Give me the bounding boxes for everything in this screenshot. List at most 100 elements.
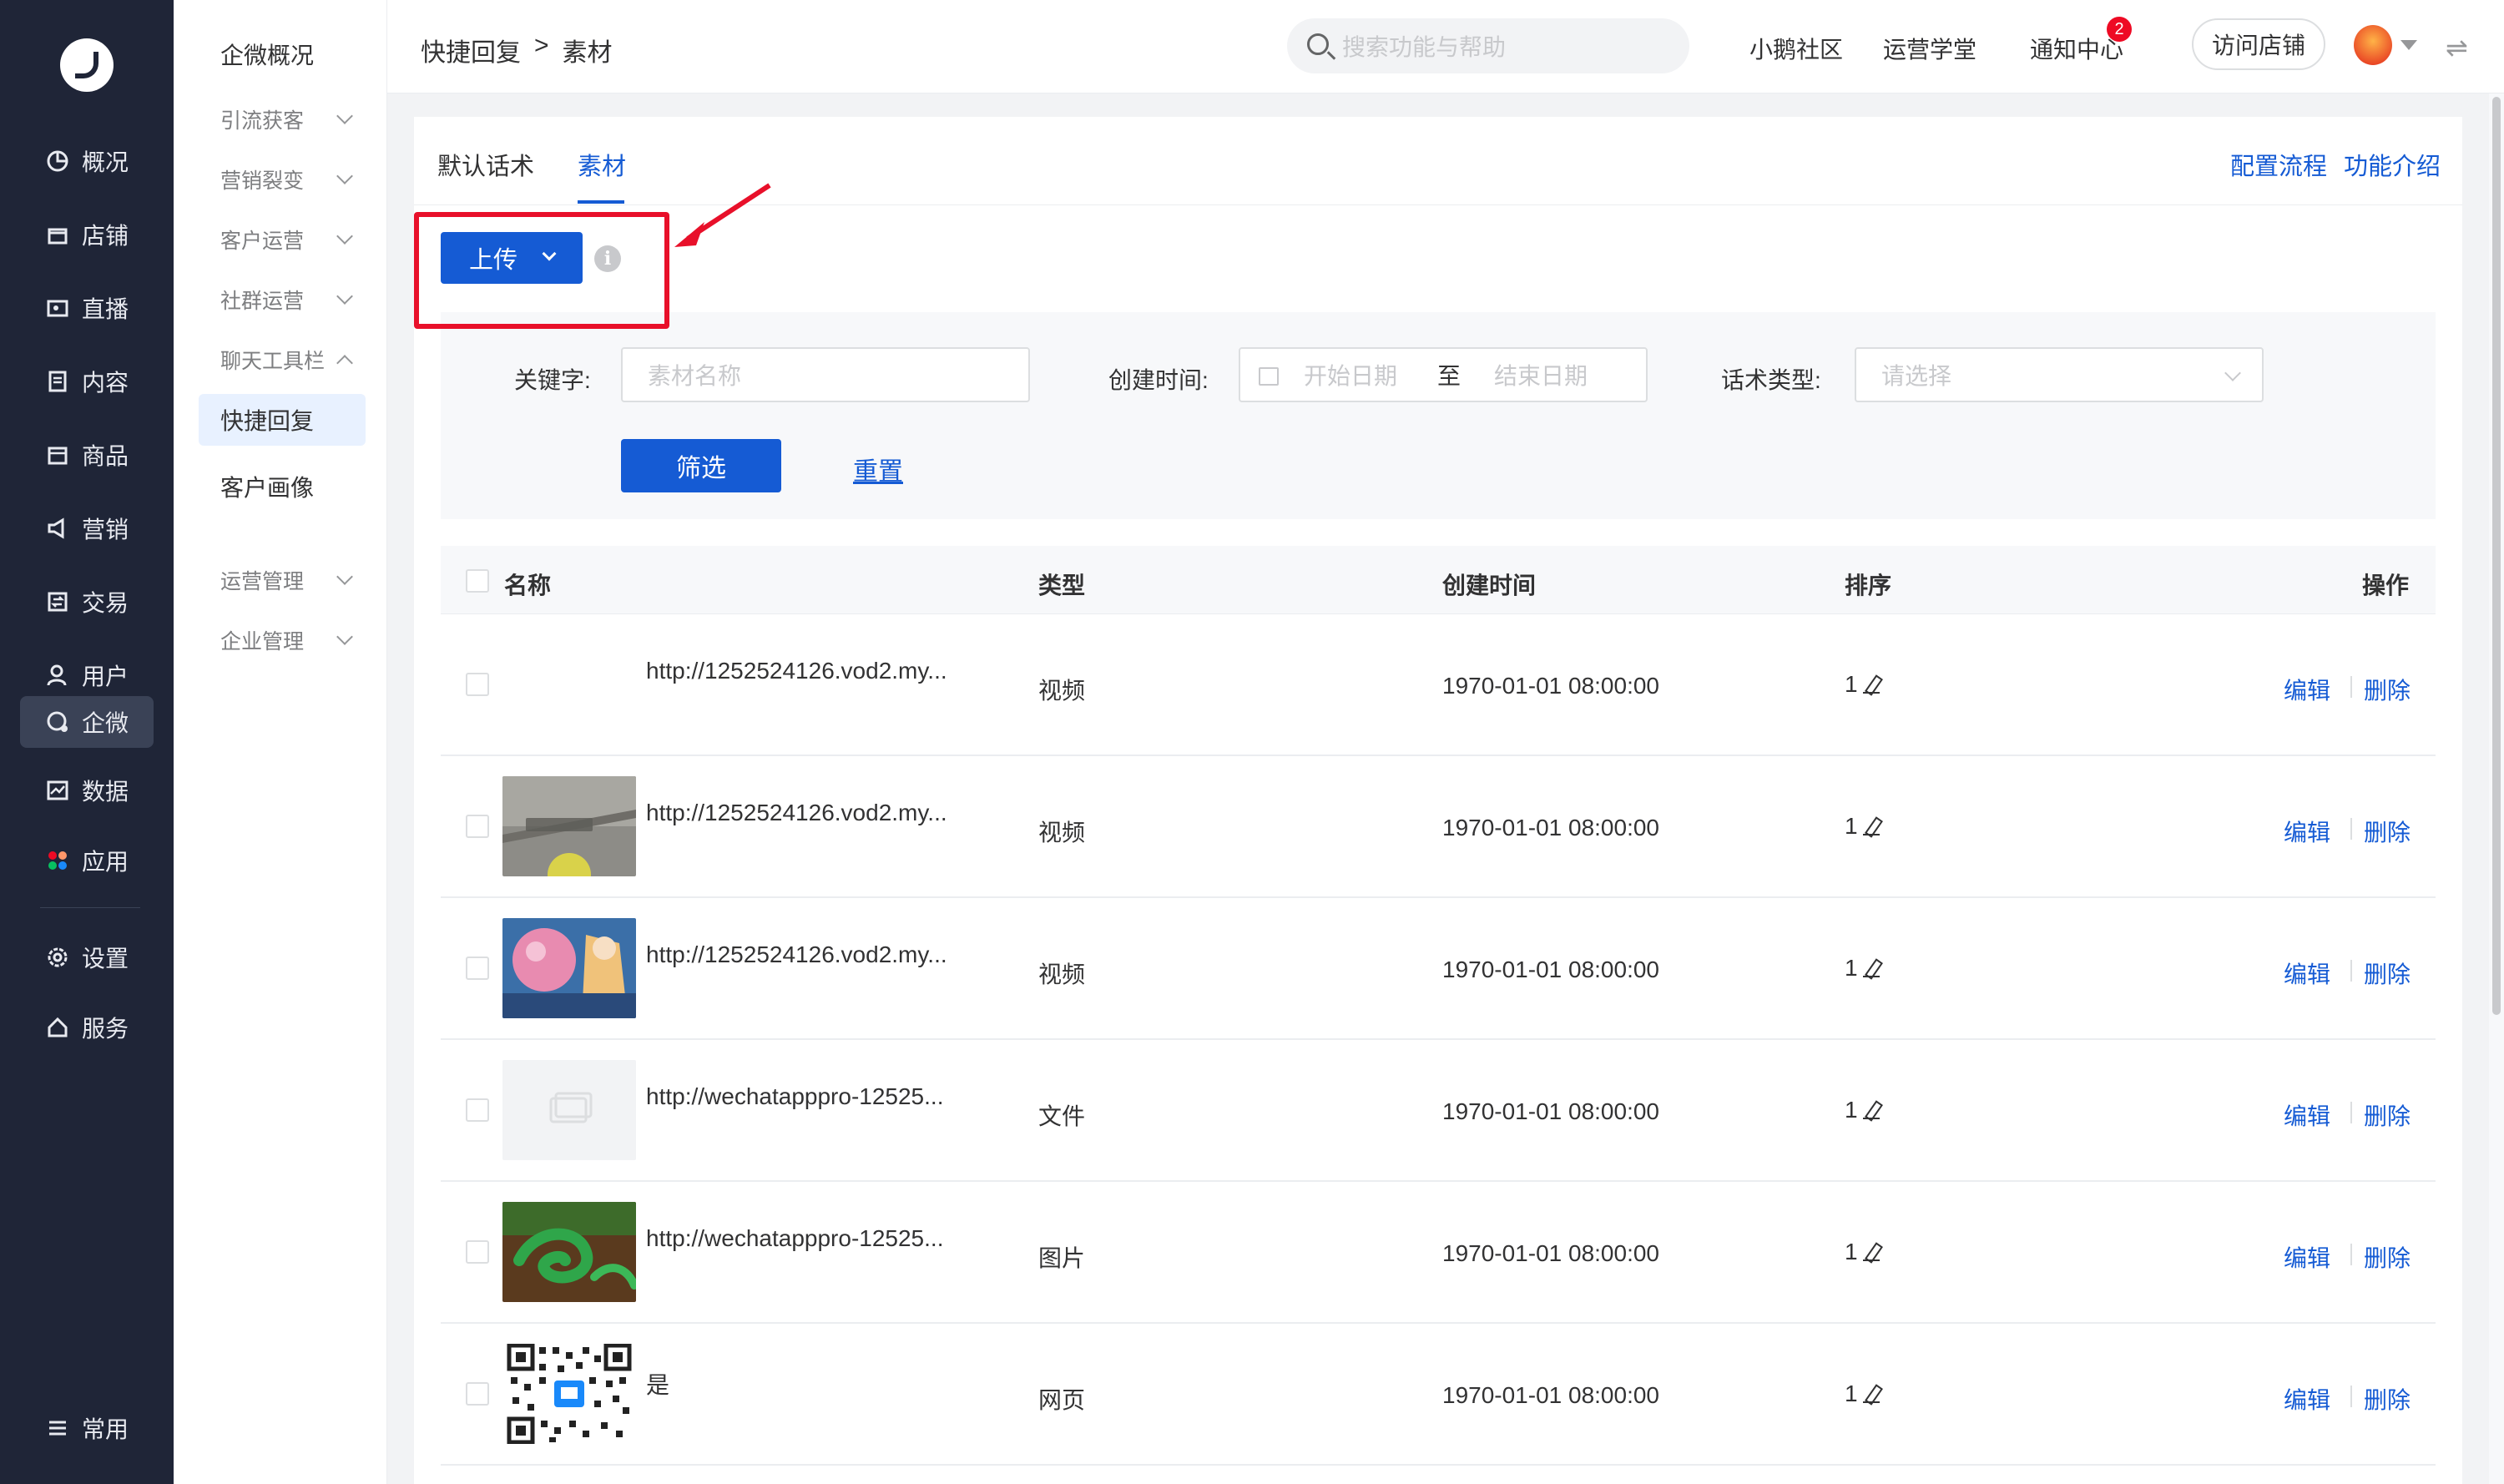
divider	[2350, 960, 2352, 982]
row-checkbox[interactable]	[466, 1382, 489, 1406]
config-flow-link[interactable]: 配置流程	[2230, 147, 2327, 182]
keyword-placeholder: 素材名称	[648, 363, 742, 389]
avatar[interactable]	[2354, 25, 2392, 65]
subnav-group-community[interactable]: 社群运营	[199, 274, 366, 326]
row-checkbox[interactable]	[466, 957, 489, 980]
edit-link[interactable]: 编辑	[2284, 957, 2330, 990]
nav-item-wecom[interactable]: 企微	[20, 696, 154, 748]
feature-intro-link[interactable]: 功能介绍	[2344, 147, 2441, 182]
type-select[interactable]: 请选择	[1855, 347, 2264, 402]
tab-material[interactable]: 素材	[578, 147, 626, 182]
nav-item-settings[interactable]: 设置	[20, 931, 154, 983]
date-range-picker[interactable]: 开始日期 至 结束日期	[1239, 347, 1648, 402]
edit-link[interactable]: 编辑	[2284, 673, 2330, 706]
nav-item-user[interactable]: 用户	[20, 649, 154, 701]
sort-number: 1	[1845, 1239, 1858, 1264]
breadcrumb-parent[interactable]: 快捷回复	[421, 32, 521, 68]
sort-value[interactable]: 1	[1845, 1381, 1881, 1407]
pencil-icon[interactable]	[1862, 959, 1881, 977]
select-all-checkbox[interactable]	[466, 569, 489, 593]
delete-link[interactable]: 删除	[2364, 1382, 2411, 1416]
delete-link[interactable]: 删除	[2364, 1098, 2411, 1132]
delete-link[interactable]: 删除	[2364, 815, 2411, 848]
row-checkbox[interactable]	[466, 673, 489, 696]
nav-label: 应用	[82, 849, 129, 875]
nav-item-apps[interactable]: 应用	[20, 835, 154, 886]
visit-store-button[interactable]: 访问店铺	[2192, 18, 2325, 70]
subnav-label: 运营管理	[220, 570, 305, 593]
row-checkbox[interactable]	[466, 1240, 489, 1264]
delete-link[interactable]: 删除	[2364, 673, 2411, 706]
search-input[interactable]: 搜索功能与帮助	[1287, 18, 1689, 73]
school-link[interactable]: 运营学堂	[1883, 32, 1976, 65]
material-type: 视频	[1038, 820, 1086, 845]
nav-label: 直播	[82, 296, 129, 322]
subnav-group-ops-management[interactable]: 运营管理	[199, 554, 366, 606]
nav-item-overview[interactable]: 概况	[20, 135, 154, 187]
nav-item-service[interactable]: 服务	[20, 1002, 154, 1053]
image-thumbnail	[502, 1202, 636, 1302]
community-link[interactable]: 小鹅社区	[1749, 32, 1843, 65]
subnav-label: 企业管理	[220, 630, 305, 654]
edit-link[interactable]: 编辑	[2284, 1240, 2330, 1274]
live-icon	[45, 295, 70, 321]
nav-item-store[interactable]: 店铺	[20, 209, 154, 260]
subnav-group-customer-ops[interactable]: 客户运营	[199, 214, 366, 265]
material-name: http://1252524126.vod2.my...	[646, 658, 947, 684]
pencil-icon[interactable]	[1862, 1385, 1881, 1403]
sort-value[interactable]: 1	[1845, 1239, 1881, 1265]
date-label: 创建时间:	[1108, 367, 1209, 393]
delete-link[interactable]: 删除	[2364, 1240, 2411, 1274]
top-bar: 快捷回复 > 素材 搜索功能与帮助 小鹅社区 运营学堂 通知中心 2 访问店铺 …	[387, 0, 2504, 93]
nav-item-goods[interactable]: 商品	[20, 429, 154, 481]
subnav-item-quick-reply[interactable]: 快捷回复	[199, 394, 366, 446]
col-type: 类型	[1038, 573, 1086, 598]
subnav-group-chat-toolbar[interactable]: 聊天工具栏	[199, 334, 366, 386]
sort-number: 1	[1845, 1381, 1858, 1406]
nav-item-marketing[interactable]: 营销	[20, 502, 154, 554]
annotation-arrow	[674, 183, 771, 247]
nav-item-live[interactable]: 直播	[20, 282, 154, 334]
swap-icon[interactable]: ⇌	[2446, 32, 2468, 63]
tab-default-script[interactable]: 默认话术	[437, 147, 534, 182]
pencil-icon[interactable]	[1862, 1243, 1881, 1261]
date-start-placeholder[interactable]: 开始日期	[1304, 358, 1397, 391]
subnav-group-enterprise[interactable]: 企业管理	[199, 614, 366, 666]
edit-link[interactable]: 编辑	[2284, 815, 2330, 848]
sort-value[interactable]: 1	[1845, 671, 1881, 698]
sort-value[interactable]: 1	[1845, 813, 1881, 840]
filter-panel: 关键字: 素材名称 创建时间: 开始日期 至 结束日期 话术类型: 请选择 筛选…	[441, 312, 2436, 519]
subnav-group-traffic[interactable]: 引流获客	[199, 93, 366, 145]
sort-value[interactable]: 1	[1845, 955, 1881, 982]
subnav-group-fission[interactable]: 营销裂变	[199, 154, 366, 205]
pencil-icon[interactable]	[1862, 1101, 1881, 1119]
app-logo[interactable]	[60, 38, 114, 92]
reset-link[interactable]: 重置	[853, 451, 903, 487]
subnav-item-wecom-overview[interactable]: 企微概况	[199, 28, 366, 80]
row-checkbox[interactable]	[466, 815, 489, 838]
date-end-placeholder[interactable]: 结束日期	[1494, 358, 1588, 391]
sort-value[interactable]: 1	[1845, 1097, 1881, 1123]
apps-icon	[45, 848, 70, 873]
pencil-icon[interactable]	[1862, 675, 1881, 694]
subnav-label: 企微概况	[220, 43, 315, 68]
pencil-icon[interactable]	[1862, 817, 1881, 835]
page-scrollbar[interactable]	[2489, 93, 2504, 1484]
nav-item-common[interactable]: 常用	[20, 1402, 154, 1454]
scrollbar-thumb[interactable]	[2492, 97, 2501, 1015]
nav-item-data[interactable]: 数据	[20, 765, 154, 816]
material-name: http://wechatapppro-12525...	[646, 1083, 944, 1109]
nav-item-trade[interactable]: 交易	[20, 576, 154, 628]
caret-down-icon[interactable]	[2401, 40, 2417, 50]
row-checkbox[interactable]	[466, 1098, 489, 1122]
subnav-item-customer-profile[interactable]: 客户画像	[199, 461, 366, 512]
filter-button[interactable]: 筛选	[621, 439, 781, 492]
delete-link[interactable]: 删除	[2364, 957, 2411, 990]
edit-link[interactable]: 编辑	[2284, 1382, 2330, 1416]
nav-item-content[interactable]: 内容	[20, 356, 154, 407]
nav-label: 企微	[82, 710, 129, 736]
search-placeholder: 搜索功能与帮助	[1342, 34, 1507, 60]
edit-link[interactable]: 编辑	[2284, 1098, 2330, 1132]
created-time: 1970-01-01 08:00:00	[1442, 815, 1659, 840]
keyword-input[interactable]: 素材名称	[621, 347, 1030, 402]
